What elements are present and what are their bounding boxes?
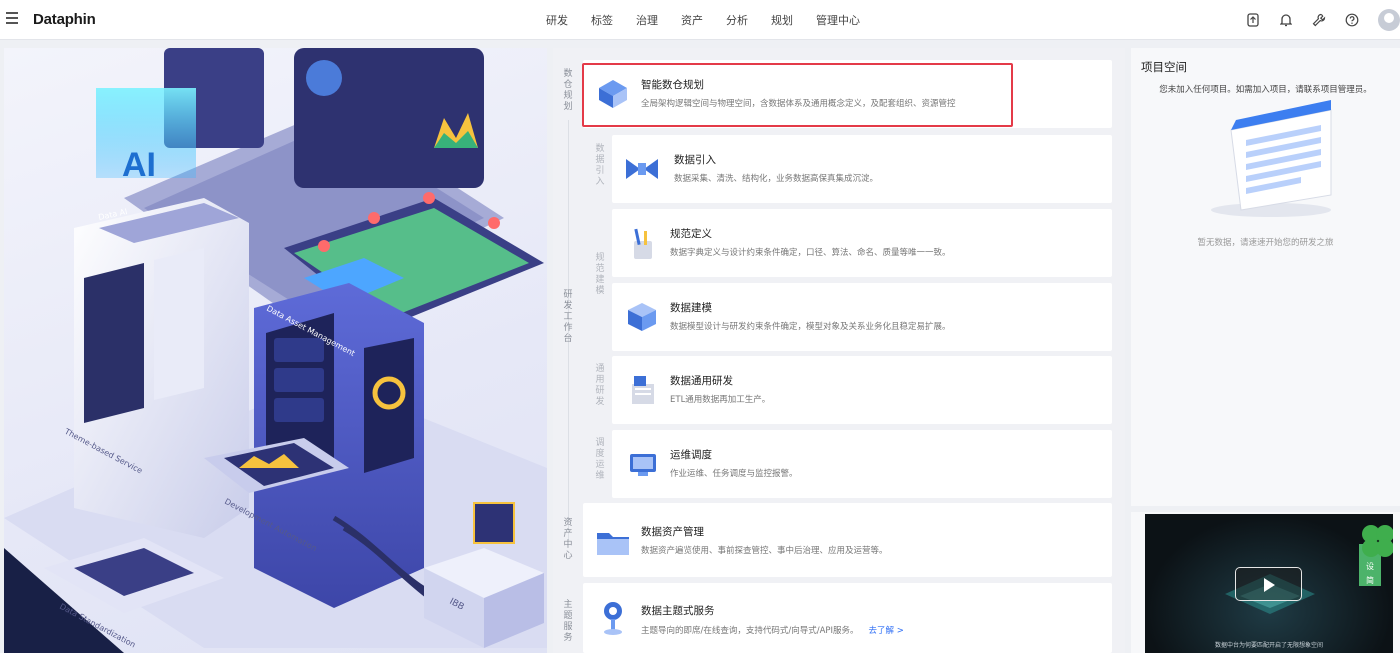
nav-item-tags[interactable]: 标签 [591, 12, 613, 28]
top-navbar: Dataphin 研发 标签 治理 资产 分析 规划 管理中心 [0, 0, 1400, 40]
upload-icon[interactable] [1246, 13, 1260, 27]
card-desc: 全局架构逻辑空间与物理空间，含数据体系及通用概念定义，及配套组织、资源管控 [641, 99, 956, 109]
card-title: 数据资产管理 [641, 526, 704, 538]
nav-item-assets[interactable]: 资产 [681, 12, 703, 28]
empty-state-text: 暂无数据，请速速开始您的研发之旅 [1197, 238, 1334, 248]
ai-text: AI [122, 146, 156, 184]
video-panel: 中 设 简 数据中台为何要匹配开启了无限想象空间 [1131, 512, 1400, 653]
nav-item-admin[interactable]: 管理中心 [816, 12, 860, 28]
section-label-plan: 数仓规划 [563, 69, 573, 112]
card-data-ingest[interactable]: 数据引入 数据采集、清洗、结构化，业务数据高保真集成沉淀。 [612, 135, 1112, 203]
intro-video[interactable]: 中 设 简 数据中台为何要匹配开启了无限想象空间 [1145, 514, 1393, 653]
tag-char: 设 [1366, 562, 1374, 571]
card-title: 数据引入 [674, 154, 716, 166]
monitor-icon [630, 454, 656, 476]
video-caption: 数据中台为何要匹配开启了无限想象空间 [1214, 642, 1323, 649]
card-desc: 数据字典定义与设计约束条件确定，口径、算法、命名、质量等唯一一致。 [670, 248, 951, 258]
play-button[interactable] [1235, 567, 1302, 601]
section-label-service: 主题服务 [563, 600, 573, 643]
panel-subtitle: 您未加入任何项目。如需加入项目，请联系项目管理员。 [1159, 85, 1372, 95]
clover-icon [1362, 525, 1393, 557]
nav-item-analysis[interactable]: 分析 [726, 12, 748, 28]
card-title: 数据建模 [670, 302, 712, 314]
pen-cup-icon [634, 228, 652, 259]
card-title: 运维调度 [670, 449, 712, 461]
avatar[interactable] [1378, 9, 1400, 31]
tag-char: 简 [1366, 576, 1374, 585]
card-ops-scheduling[interactable]: 运维调度 作业运维、任务调度与监控报警。 [612, 430, 1112, 498]
folder-icon [597, 533, 629, 555]
section-label-spec: 规范建模 [595, 253, 605, 296]
api-pin-icon [604, 602, 622, 635]
logo[interactable]: Dataphin [33, 11, 96, 28]
section-label-asset: 资产中心 [563, 518, 573, 561]
wrench-icon[interactable] [1312, 13, 1326, 27]
card-data-modeling[interactable]: 数据建模 数据模型设计与研发约束条件确定，模型对象及关系业务化且稳定易扩展。 [612, 283, 1112, 351]
hero-illustration: AI Data AI Data Asset Management Develop… [4, 48, 547, 653]
card-smart-planning[interactable]: 智能数仓规划 全局架构逻辑空间与物理空间，含数据体系及通用概念定义，及配套组织、… [583, 60, 1112, 128]
card-theme-service[interactable]: 数据主题式服务 主题导向的即席/在线查询，支持代码式/向导式/API服务。 去了解… [583, 583, 1112, 653]
document-stack-icon [632, 376, 654, 404]
cube-stack-icon [599, 80, 627, 108]
learn-more-link[interactable]: 去了解 > [869, 626, 904, 636]
card-title: 数据通用研发 [670, 375, 733, 387]
empty-document-icon [1211, 100, 1332, 217]
card-desc: 作业运维、任务调度与监控报警。 [670, 469, 798, 479]
section-label-general: 通用研发 [595, 364, 605, 407]
card-desc: ETL通用数据再加工生产。 [670, 395, 771, 405]
card-title: 数据主题式服务 [641, 605, 715, 617]
section-label-ops: 调度运维 [595, 438, 605, 481]
section-label-dev: 研发工作台 [563, 290, 573, 344]
card-desc: 数据资产遍览使用、事前探查管控、事中后治理、应用及运营等。 [641, 546, 888, 556]
card-title: 规范定义 [670, 228, 712, 240]
card-desc-text: 主题导向的即席/在线查询，支持代码式/向导式/API服务。 [641, 626, 859, 636]
bell-icon[interactable] [1279, 13, 1293, 27]
merge-arrows-icon [626, 159, 658, 179]
menu-icon[interactable] [6, 12, 18, 24]
toolbar-icons [1246, 0, 1400, 40]
help-icon[interactable] [1345, 13, 1359, 27]
cube-icon [628, 303, 656, 331]
card-desc: 主题导向的即席/在线查询，支持代码式/向导式/API服务。 去了解 > [641, 624, 904, 636]
panel-title: 项目空间 [1141, 60, 1187, 74]
nav-item-dev[interactable]: 研发 [546, 12, 568, 28]
card-spec-definition[interactable]: 规范定义 数据字典定义与设计约束条件确定，口径、算法、命名、质量等唯一一致。 [612, 209, 1112, 277]
project-space-panel: 项目空间 您未加入任何项目。如需加入项目，请联系项目管理员。 暂无数据，请速速开… [1131, 48, 1400, 506]
nav-item-planning[interactable]: 规划 [771, 12, 793, 28]
card-desc: 数据采集、清洗、结构化，业务数据高保真集成沉淀。 [674, 174, 879, 184]
main-nav: 研发 标签 治理 资产 分析 规划 管理中心 [546, 0, 883, 40]
card-asset-management[interactable]: 数据资产管理 数据资产遍览使用、事前探查管控、事中后治理、应用及运营等。 [583, 503, 1112, 577]
card-title: 智能数仓规划 [641, 79, 704, 91]
card-desc: 数据模型设计与研发约束条件确定，模型对象及关系业务化且稳定易扩展。 [670, 322, 951, 332]
section-label-ingest: 数据引入 [595, 144, 605, 187]
workflow-panel: 数仓规划 数据引入 规范建模 研发工作台 通用研发 调度运维 资产中心 主题服务… [553, 48, 1125, 653]
card-general-dev[interactable]: 数据通用研发 ETL通用数据再加工生产。 [612, 356, 1112, 424]
nav-item-governance[interactable]: 治理 [636, 12, 658, 28]
